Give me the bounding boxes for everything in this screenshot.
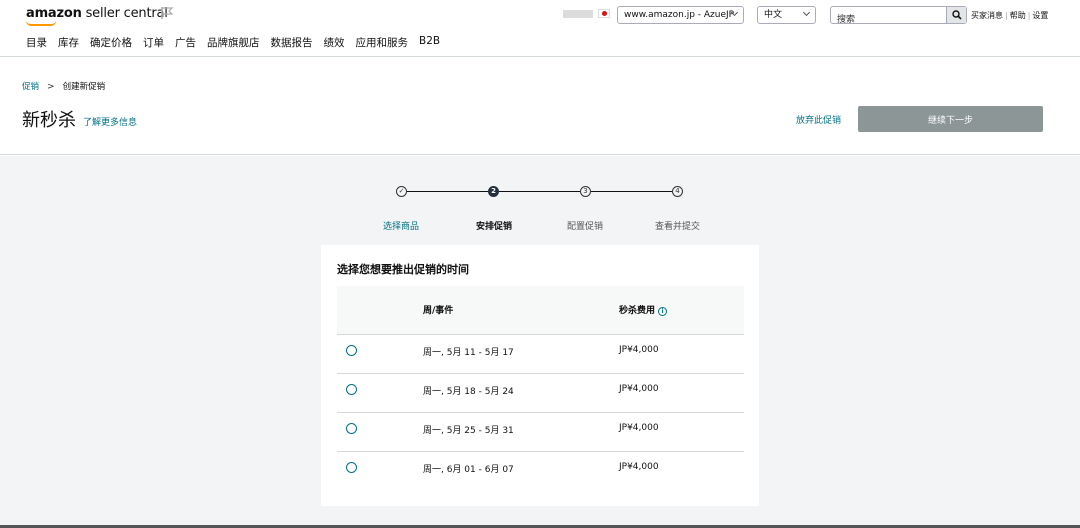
page-header: 促销 > 创建新促销 新秒杀 了解更多信息 放弃此促销 继续下一步 [0, 57, 1080, 155]
step-2-marker: 2 [488, 186, 499, 197]
amazon-seller-central-logo[interactable]: amazon seller central [26, 6, 168, 26]
nav-item-inventory[interactable]: 库存 [58, 35, 79, 50]
settings-link[interactable]: 设置 [1032, 11, 1048, 20]
chevron-down-icon [802, 8, 811, 17]
column-header-week: 周/事件 [423, 306, 454, 316]
nav-item-apps-services[interactable]: 应用和服务 [356, 35, 409, 50]
nav-item-orders[interactable]: 订单 [143, 35, 164, 50]
fee-cell: JP¥4,000 [619, 423, 659, 433]
table-row[interactable]: 周一, 6月 01 - 6月 07 JP¥4,000 [337, 452, 744, 491]
step-3-marker: 3 [580, 186, 591, 197]
abandon-promotion-link[interactable]: 放弃此促销 [796, 113, 841, 126]
column-header-fee: 秒杀费用 i [619, 303, 668, 316]
language-select[interactable]: 中文 [757, 6, 816, 24]
breadcrumb: 促销 > 创建新促销 [22, 80, 105, 92]
help-link[interactable]: 帮助 [1010, 11, 1026, 20]
table-header: 周/事件 秒杀费用 i [337, 286, 744, 335]
info-icon[interactable]: i [658, 307, 668, 316]
week-radio[interactable] [346, 423, 357, 434]
main-nav: 目录 库存 确定价格 订单 广告 品牌旗舰店 数据报告 绩效 应用和服务 B2B [26, 35, 451, 50]
nav-item-b2b[interactable]: B2B [419, 35, 440, 50]
top-header: amazon seller central www.amazon.jp - Az… [0, 0, 1080, 57]
nav-item-performance[interactable]: 绩效 [324, 35, 345, 50]
search-input[interactable] [831, 12, 943, 28]
breadcrumb-current: 创建新促销 [62, 82, 106, 92]
schedule-table: 周/事件 秒杀费用 i 周一, 5月 11 - 5月 17 JP¥4,000 周一… [337, 286, 744, 491]
week-radio[interactable] [346, 384, 357, 395]
schedule-title: 选择您想要推出促销的时间 [337, 263, 469, 276]
step-4-marker: 4 [672, 186, 683, 197]
nav-item-catalog[interactable]: 目录 [26, 35, 47, 50]
continue-button[interactable]: 继续下一步 [858, 106, 1043, 132]
week-cell: 周一, 5月 25 - 5月 31 [423, 426, 514, 436]
nav-item-advertising[interactable]: 广告 [175, 35, 196, 50]
table-row[interactable]: 周一, 5月 11 - 5月 17 JP¥4,000 [337, 335, 744, 374]
step-2-label: 安排促销 [476, 222, 513, 232]
buyer-messages-link[interactable]: 买家消息 [971, 11, 1003, 20]
page-title: 新秒杀 [22, 110, 76, 131]
nav-item-pricing[interactable]: 确定价格 [90, 35, 132, 50]
search-icon [952, 10, 962, 20]
search-button[interactable] [946, 7, 966, 23]
breadcrumb-separator: > [47, 82, 55, 92]
breadcrumb-promotions-link[interactable]: 促销 [22, 82, 39, 92]
stepper-connector [499, 191, 580, 192]
amazon-smile-icon [26, 21, 56, 26]
fee-cell: JP¥4,000 [619, 345, 659, 355]
marketplace-select-value: www.amazon.jp - AzueJP [624, 10, 735, 20]
step-4-label: 查看并提交 [655, 222, 701, 232]
feedback-flag-icon[interactable] [160, 6, 174, 20]
stepper-connector [407, 191, 488, 192]
search-box [830, 6, 967, 28]
week-radio[interactable] [346, 462, 357, 473]
stepper-connector [591, 191, 672, 192]
week-cell: 周一, 6月 01 - 6月 07 [423, 465, 514, 475]
japan-flag-icon [598, 9, 610, 18]
nav-item-stores[interactable]: 品牌旗舰店 [207, 35, 260, 50]
table-row[interactable]: 周一, 5月 25 - 5月 31 JP¥4,000 [337, 413, 744, 452]
week-cell: 周一, 5月 18 - 5月 24 [423, 387, 514, 397]
fee-cell: JP¥4,000 [619, 462, 659, 472]
step-1-label[interactable]: 选择商品 [383, 219, 419, 232]
step-3-label: 配置促销 [567, 222, 604, 232]
schedule-card: 选择您想要推出促销的时间 周/事件 秒杀费用 i 周一, 5月 11 - 5月 1… [321, 245, 759, 506]
learn-more-link[interactable]: 了解更多信息 [83, 115, 137, 128]
marketplace-select[interactable]: www.amazon.jp - AzueJP [617, 6, 744, 24]
utility-links: 买家消息 | 帮助 | 设置 [971, 11, 1049, 20]
language-select-value: 中文 [764, 10, 783, 20]
account-name-redacted [563, 10, 593, 18]
week-cell: 周一, 5月 11 - 5月 17 [423, 348, 514, 358]
table-row[interactable]: 周一, 5月 18 - 5月 24 JP¥4,000 [337, 374, 744, 413]
nav-item-reports[interactable]: 数据报告 [271, 35, 313, 50]
step-1-check-icon: ✓ [396, 186, 407, 197]
main-content: ✓ 2 3 4 选择商品 安排促销 配置促销 查看并提交 选择您想要推出促销的时… [0, 156, 1080, 528]
week-radio[interactable] [346, 345, 357, 356]
fee-cell: JP¥4,000 [619, 384, 659, 394]
